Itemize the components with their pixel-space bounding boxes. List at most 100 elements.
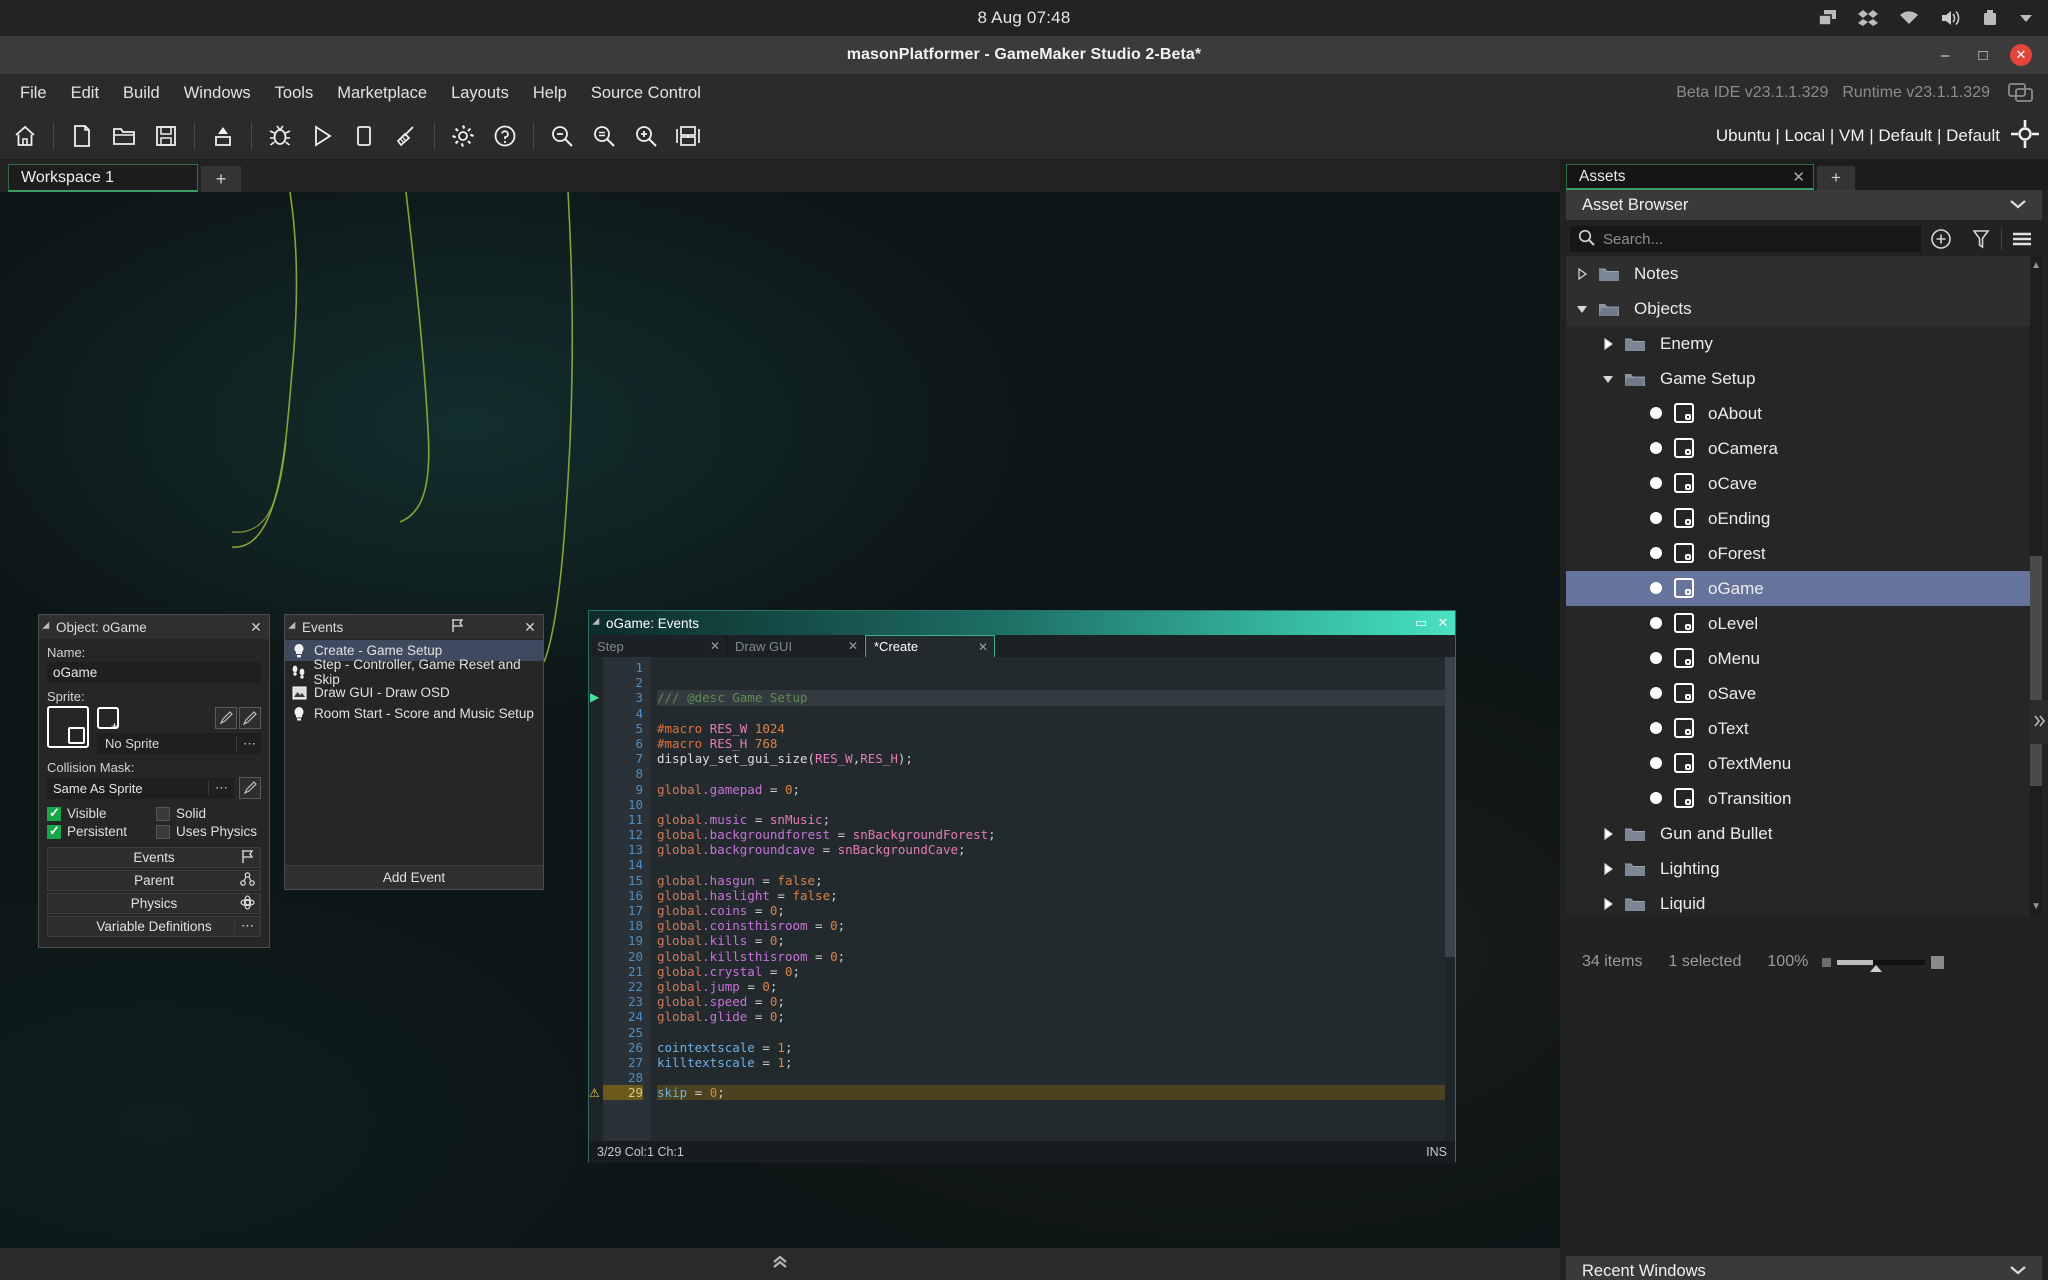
add-circle-icon[interactable] — [1921, 224, 1961, 254]
maximize-button[interactable]: □ — [1972, 44, 1994, 66]
zoom-out-icon[interactable] — [541, 116, 583, 156]
wifi-icon[interactable] — [1898, 10, 1920, 26]
chevron-down-icon[interactable] — [2018, 12, 2034, 24]
gear-icon[interactable] — [442, 116, 484, 156]
volume-icon[interactable] — [1940, 9, 1962, 27]
code-text-area[interactable]: /// @desc Game Setup #macro RES_W 1024 #m… — [651, 657, 1455, 1141]
minimize-button[interactable]: – — [1934, 44, 1956, 66]
code-line[interactable]: global.coins = 0; — [657, 903, 1455, 918]
close-icon[interactable]: ✕ — [249, 619, 263, 636]
menu-item-build[interactable]: Build — [111, 80, 172, 107]
collision-mask-selector[interactable]: Same As Sprite ⋯ — [47, 777, 234, 799]
asset-tree-row-oending[interactable]: oEnding — [1566, 501, 2042, 536]
code-tab-create[interactable]: *Create ✕ — [865, 635, 995, 657]
asset-tree-row-gun-and-bullet[interactable]: Gun and Bullet — [1566, 816, 2042, 851]
code-tab-draw-gui[interactable]: Draw GUI ✕ — [727, 635, 865, 657]
asset-tree-row-ogame[interactable]: oGame — [1566, 571, 2042, 606]
menu-item-help[interactable]: Help — [521, 80, 579, 107]
asset-tree-row-omenu[interactable]: oMenu — [1566, 641, 2042, 676]
close-icon[interactable]: ✕ — [848, 639, 858, 653]
scroll-down-arrow-icon[interactable]: ▼ — [2031, 901, 2041, 912]
parent-button[interactable]: Parent — [47, 870, 261, 891]
restore-icon[interactable]: ▭ — [1413, 615, 1429, 631]
code-line[interactable] — [657, 660, 1455, 675]
code-line[interactable]: global.hasgun = false; — [657, 873, 1455, 888]
object-properties-panel[interactable]: Object: oGame ✕ Name: oGame Sprite: + No… — [38, 614, 270, 948]
code-line[interactable]: global.killsthisroom = 0; — [657, 949, 1455, 964]
double-chevron-up-icon[interactable] — [770, 1254, 790, 1274]
code-line[interactable]: #macro RES_H 768 — [657, 736, 1455, 751]
code-line[interactable]: #macro RES_W 1024 — [657, 721, 1455, 736]
code-line[interactable]: global.music = snMusic; — [657, 812, 1455, 827]
menu-item-layouts[interactable]: Layouts — [439, 80, 521, 107]
code-line[interactable]: display_set_gui_size(RES_W,RES_H); — [657, 751, 1455, 766]
battery-icon[interactable] — [1982, 9, 1998, 27]
window-switcher-icon[interactable] — [1818, 9, 1838, 27]
code-vertical-scrollbar[interactable] — [1445, 657, 1455, 1141]
close-icon[interactable]: ✕ — [710, 639, 720, 653]
close-button[interactable]: ✕ — [2010, 44, 2032, 66]
asset-tree-row-otext[interactable]: oText — [1566, 711, 2042, 746]
scroll-up-arrow-icon[interactable]: ▲ — [2031, 260, 2041, 271]
add-event-button[interactable]: Add Event — [285, 865, 543, 889]
code-line[interactable]: killtextscale = 1; — [657, 1055, 1455, 1070]
collision-menu-icon[interactable]: ⋯ — [208, 780, 229, 796]
code-line[interactable]: /// @desc Game Setup — [657, 690, 1455, 706]
sprite-menu-icon[interactable]: ⋯ — [236, 735, 257, 752]
asset-tree-row-oabout[interactable]: oAbout — [1566, 396, 2042, 431]
hamburger-menu-icon[interactable] — [2002, 224, 2042, 254]
open-folder-icon[interactable] — [103, 116, 145, 156]
code-line[interactable] — [657, 1025, 1455, 1040]
asset-tree-row-notes[interactable]: Notes — [1566, 256, 2042, 291]
target-crosshair-icon[interactable] — [2010, 119, 2040, 154]
code-editor-body[interactable]: ▶ ⚠ 1 2 3 4 5 6 7 8 9 10 11 12 13 14 15 16 17 18 19 20 21 22 23… — [589, 657, 1455, 1141]
bottom-collapse-bar[interactable] — [0, 1248, 1560, 1280]
chat-icon[interactable] — [2008, 74, 2034, 112]
breakpoint-gutter[interactable]: ▶ ⚠ — [589, 657, 603, 1141]
chevron-right-icon[interactable] — [1600, 337, 1616, 351]
asset-tree-row-otextmenu[interactable]: oTextMenu — [1566, 746, 2042, 781]
solid-checkbox[interactable]: Solid — [156, 806, 261, 821]
chevron-down-icon[interactable] — [1574, 303, 1590, 315]
zoom-fit-icon[interactable] — [583, 116, 625, 156]
code-line[interactable]: global.backgroundcave = snBackgroundCave… — [657, 842, 1455, 857]
help-icon[interactable] — [484, 116, 526, 156]
chevron-right-icon[interactable] — [1574, 267, 1590, 281]
events-panel[interactable]: Events ✕ Create - Game Setup Step - Cont… — [284, 614, 544, 890]
recent-windows-header[interactable]: Recent Windows — [1566, 1256, 2042, 1280]
dock-expander[interactable] — [2030, 700, 2048, 744]
code-line[interactable] — [657, 1070, 1455, 1085]
chevron-down-icon[interactable] — [2008, 1264, 2028, 1279]
edit-sprite-icon[interactable] — [215, 707, 237, 729]
visible-checkbox[interactable]: Visible — [47, 805, 152, 821]
menu-item-marketplace[interactable]: Marketplace — [325, 80, 439, 107]
code-editor-window[interactable]: oGame: Events ▭ ✕ Step ✕ Draw GUI ✕ *Cre… — [588, 610, 1456, 1163]
event-row-room-start[interactable]: Room Start - Score and Music Setup — [285, 703, 543, 724]
search-input[interactable]: Search... — [1570, 226, 1921, 252]
chevron-right-icon[interactable] — [1600, 897, 1616, 911]
asset-tree-scrollbar[interactable]: ▲ ▼ — [2030, 256, 2042, 916]
layout-icon[interactable] — [667, 116, 709, 156]
code-line[interactable] — [657, 706, 1455, 721]
play-icon[interactable] — [301, 116, 343, 156]
zoom-in-icon[interactable] — [625, 116, 667, 156]
uses-physics-checkbox[interactable]: Uses Physics — [156, 824, 261, 839]
code-line[interactable]: global.gamepad = 0; — [657, 782, 1455, 797]
menu-item-file[interactable]: File — [8, 80, 59, 107]
code-line[interactable]: global.coinsthisroom = 0; — [657, 918, 1455, 933]
asset-tree-row-enemy[interactable]: Enemy — [1566, 326, 2042, 361]
code-line[interactable]: global.backgroundforest = snBackgroundFo… — [657, 827, 1455, 842]
asset-tree-row-ocamera[interactable]: oCamera — [1566, 431, 2042, 466]
collapse-triangle-icon[interactable] — [288, 621, 299, 633]
execution-marker-icon[interactable]: ▶ — [590, 690, 599, 704]
clean-broom-icon[interactable] — [385, 116, 427, 156]
asset-tree-row-olevel[interactable]: oLevel — [1566, 606, 2042, 641]
events-button[interactable]: Events — [47, 847, 261, 868]
save-icon[interactable] — [145, 116, 187, 156]
asset-tree-row-lighting[interactable]: Lighting — [1566, 851, 2042, 886]
chevron-down-icon[interactable] — [1600, 373, 1616, 385]
asset-tree[interactable]: ▲ ▼ Notes Objects Enemy Game Setup oAbout oCa… — [1566, 256, 2042, 916]
asset-tree-row-ocave[interactable]: oCave — [1566, 466, 2042, 501]
collapse-triangle-icon[interactable] — [592, 617, 603, 629]
code-line[interactable]: global.haslight = false; — [657, 888, 1455, 903]
